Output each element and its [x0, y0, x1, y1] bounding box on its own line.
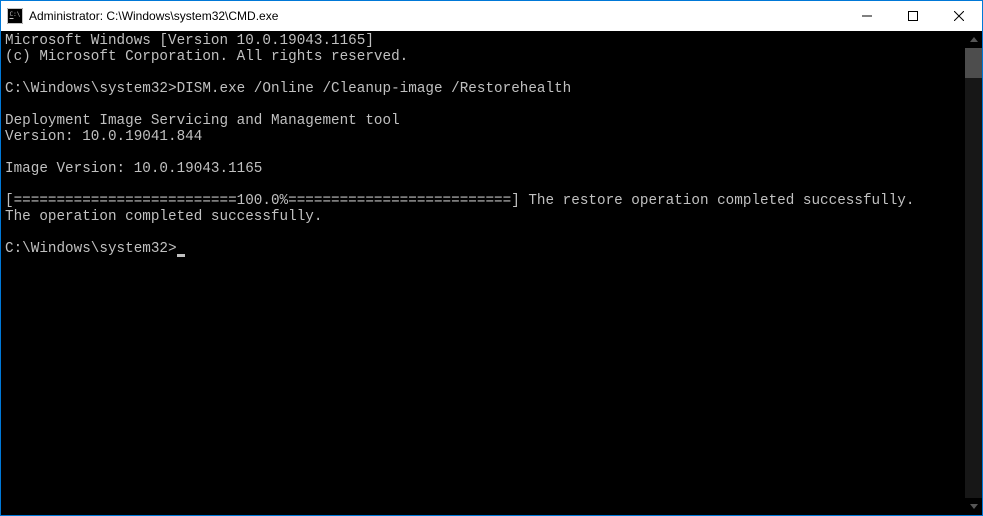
window-title: Administrator: C:\Windows\system32\CMD.e… [29, 9, 844, 23]
terminal-line [5, 145, 965, 161]
terminal-line: C:\Windows\system32> [5, 241, 965, 257]
cursor-icon [177, 254, 185, 257]
scrollbar-track[interactable] [965, 48, 982, 498]
window-controls [844, 1, 982, 31]
prompt-text: C:\Windows\system32> [5, 241, 177, 257]
scrollbar-up-button[interactable] [965, 31, 982, 48]
terminal-line: The operation completed successfully. [5, 209, 965, 225]
terminal-line [5, 225, 965, 241]
terminal-line: C:\Windows\system32>DISM.exe /Online /Cl… [5, 81, 965, 97]
close-button[interactable] [936, 1, 982, 31]
terminal-content[interactable]: Microsoft Windows [Version 10.0.19043.11… [1, 31, 965, 515]
vertical-scrollbar[interactable] [965, 31, 982, 515]
minimize-button[interactable] [844, 1, 890, 31]
prompt-text: C:\Windows\system32> [5, 81, 177, 97]
maximize-button[interactable] [890, 1, 936, 31]
terminal-line: Version: 10.0.19041.844 [5, 129, 965, 145]
terminal-line: Image Version: 10.0.19043.1165 [5, 161, 965, 177]
terminal-line: [==========================100.0%=======… [5, 193, 965, 209]
cmd-icon: C:\ [7, 8, 23, 24]
terminal-line: (c) Microsoft Corporation. All rights re… [5, 49, 965, 65]
terminal-line: Microsoft Windows [Version 10.0.19043.11… [5, 33, 965, 49]
scrollbar-thumb[interactable] [965, 48, 982, 78]
terminal-area: Microsoft Windows [Version 10.0.19043.11… [1, 31, 982, 515]
terminal-line: Deployment Image Servicing and Managemen… [5, 113, 965, 129]
terminal-line [5, 97, 965, 113]
terminal-line [5, 177, 965, 193]
svg-text:C:\: C:\ [10, 11, 21, 18]
cmd-window: C:\ Administrator: C:\Windows\system32\C… [0, 0, 983, 516]
titlebar[interactable]: C:\ Administrator: C:\Windows\system32\C… [1, 1, 982, 31]
scrollbar-down-button[interactable] [965, 498, 982, 515]
command-text: DISM.exe /Online /Cleanup-image /Restore… [177, 81, 572, 97]
terminal-line [5, 65, 965, 81]
